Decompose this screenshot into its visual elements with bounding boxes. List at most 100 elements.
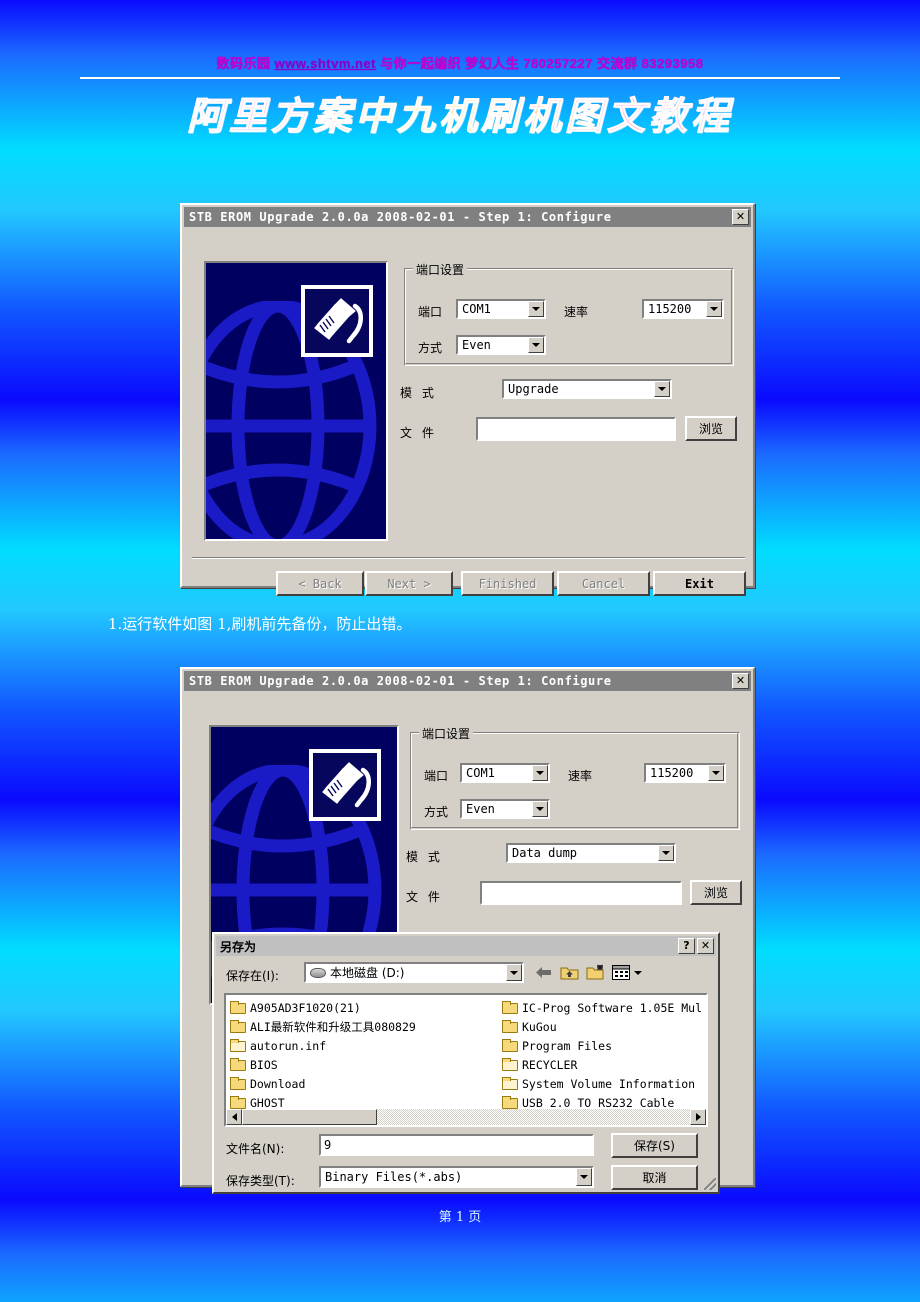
file-list-column-left: A905AD3F1020(21) ALI最新软件和升级工具080829 auto…: [230, 998, 500, 1112]
close-icon[interactable]: ✕: [697, 938, 714, 954]
port-settings-label: 端口设置: [413, 261, 468, 278]
list-item-label: IC-Prog Software 1.05E Mul: [522, 1000, 703, 1015]
finished-button[interactable]: Finished: [461, 571, 554, 596]
speed-select[interactable]: 115200: [642, 299, 724, 319]
page-title: 阿里方案中九机刷机图文教程: [8, 85, 912, 140]
file-path-input[interactable]: [476, 417, 676, 441]
horizontal-scrollbar[interactable]: [226, 1109, 706, 1125]
list-item[interactable]: Program Files: [502, 1036, 706, 1055]
parity-select[interactable]: Even: [460, 799, 550, 819]
cancel-button[interactable]: 取消: [611, 1165, 698, 1190]
speed-select[interactable]: 115200: [644, 763, 726, 783]
stb-upgrade-window-2[interactable]: STB EROM Upgrade 2.0.0a 2008-02-01 - Ste…: [180, 667, 755, 1194]
filetype-label: 保存类型(T):: [226, 1174, 295, 1188]
exit-button[interactable]: Exit: [653, 571, 746, 596]
list-item-label: GHOST: [250, 1095, 285, 1110]
port-select[interactable]: COM1: [460, 763, 550, 783]
window-body: 端口设置 端口 COM1 速率 115200 方式 Even 模 式 Upgra…: [182, 227, 753, 596]
file-list[interactable]: A905AD3F1020(21) ALI最新软件和升级工具080829 auto…: [224, 993, 708, 1127]
filetype-select[interactable]: Binary Files(*.abs): [319, 1166, 594, 1188]
chevron-down-icon[interactable]: [528, 337, 544, 353]
next-button[interactable]: Next >: [365, 571, 453, 596]
network-plug-icon: [309, 749, 381, 821]
file-label: 文 件: [400, 426, 437, 440]
parity-select[interactable]: Even: [456, 335, 546, 355]
folder-icon: [230, 1020, 246, 1033]
folder-icon: [230, 1058, 246, 1071]
list-item[interactable]: A905AD3F1020(21): [230, 998, 500, 1017]
mode-select-value: Upgrade: [508, 382, 559, 396]
list-item[interactable]: ALI最新软件和升级工具080829: [230, 1017, 500, 1036]
chevron-down-icon[interactable]: [654, 381, 670, 397]
list-item[interactable]: Download: [230, 1074, 500, 1093]
stb-upgrade-window-1[interactable]: STB EROM Upgrade 2.0.0a 2008-02-01 - Ste…: [180, 203, 755, 596]
chevron-down-icon[interactable]: [532, 801, 548, 817]
views-icon[interactable]: [612, 962, 642, 983]
banner-promo-url[interactable]: www.shtvm.net: [275, 56, 376, 71]
port-label: 端口: [418, 305, 443, 319]
folder-icon: [230, 1077, 246, 1090]
folder-icon: [502, 1039, 518, 1052]
scroll-left-button[interactable]: [226, 1109, 242, 1125]
window-titlebar[interactable]: STB EROM Upgrade 2.0.0a 2008-02-01 - Ste…: [184, 207, 751, 227]
chevron-down-icon[interactable]: [658, 845, 674, 861]
rj45-connector-icon: [322, 762, 371, 808]
back-arrow-icon[interactable]: [532, 962, 555, 983]
mode-select[interactable]: Upgrade: [502, 379, 672, 399]
list-item-label: ALI最新软件和升级工具080829: [250, 1019, 416, 1034]
speed-label: 速率: [568, 769, 593, 783]
file-path-input[interactable]: [480, 881, 682, 905]
list-item[interactable]: KuGou: [502, 1017, 706, 1036]
speed-select-value: 115200: [650, 766, 694, 780]
scrollbar-thumb[interactable]: [242, 1109, 377, 1125]
list-item[interactable]: RECYCLER: [502, 1055, 706, 1074]
rj45-connector-icon: [314, 298, 363, 344]
save-in-label: 保存在(I):: [226, 969, 279, 983]
list-item[interactable]: System Volume Information: [502, 1074, 706, 1093]
scrollbar-track[interactable]: [377, 1109, 690, 1125]
mode-label: 模 式: [400, 386, 437, 400]
window-titlebar[interactable]: STB EROM Upgrade 2.0.0a 2008-02-01 - Ste…: [184, 671, 751, 691]
browse-button[interactable]: 浏览: [685, 416, 737, 441]
banner-divider: [80, 77, 840, 79]
save-as-dialog[interactable]: 另存为 ? ✕ 保存在(I): 本地磁盘 (D:) A905AD3F1020(2…: [212, 932, 720, 1194]
chevron-down-icon[interactable]: [528, 301, 544, 317]
window-title: STB EROM Upgrade 2.0.0a 2008-02-01 - Ste…: [189, 210, 612, 224]
save-button[interactable]: 保存(S): [611, 1133, 698, 1158]
up-folder-icon[interactable]: [558, 962, 581, 983]
banner-promo-mid: 与你一起编织 梦幻人生 780257227 交流群 83293958: [376, 56, 704, 71]
list-item[interactable]: autorun.inf: [230, 1036, 500, 1055]
back-button[interactable]: < Back: [276, 571, 364, 596]
chevron-down-icon[interactable]: [576, 1168, 592, 1186]
scroll-right-button[interactable]: [690, 1109, 706, 1125]
port-select[interactable]: COM1: [456, 299, 546, 319]
chevron-down-icon[interactable]: [506, 964, 522, 981]
filename-label: 文件名(N):: [226, 1142, 285, 1156]
list-item[interactable]: BIOS: [230, 1055, 500, 1074]
folder-icon: [230, 1039, 246, 1052]
list-item-label: autorun.inf: [250, 1038, 327, 1053]
cancel-button[interactable]: Cancel: [557, 571, 650, 596]
resize-grip[interactable]: [704, 1178, 716, 1190]
save-as-title: 另存为: [220, 939, 257, 954]
speed-select-value: 115200: [648, 302, 692, 316]
new-folder-icon[interactable]: [584, 962, 607, 983]
save-as-titlebar[interactable]: 另存为 ? ✕: [216, 936, 716, 956]
chevron-down-icon[interactable]: [708, 765, 724, 781]
filename-input[interactable]: 9: [319, 1134, 594, 1156]
close-icon[interactable]: ✕: [732, 209, 749, 225]
list-item-label: KuGou: [522, 1019, 557, 1034]
chevron-down-icon[interactable]: [706, 301, 722, 317]
list-item-label: RECYCLER: [522, 1057, 578, 1072]
browse-button[interactable]: 浏览: [690, 880, 742, 905]
save-in-value: 本地磁盘 (D:): [330, 966, 405, 980]
mode-select[interactable]: Data dump: [506, 843, 676, 863]
page-banner: 数码乐园 www.shtvm.net 与你一起编织 梦幻人生 780257227…: [8, 55, 912, 150]
network-plug-icon: [301, 285, 373, 357]
chevron-down-icon[interactable]: [532, 765, 548, 781]
list-item-label: USB 2.0 TO RS232 Cable: [522, 1095, 675, 1110]
close-icon[interactable]: ✕: [732, 673, 749, 689]
list-item[interactable]: IC-Prog Software 1.05E Mul: [502, 998, 706, 1017]
save-in-select[interactable]: 本地磁盘 (D:): [304, 962, 524, 983]
help-icon[interactable]: ?: [678, 938, 695, 954]
